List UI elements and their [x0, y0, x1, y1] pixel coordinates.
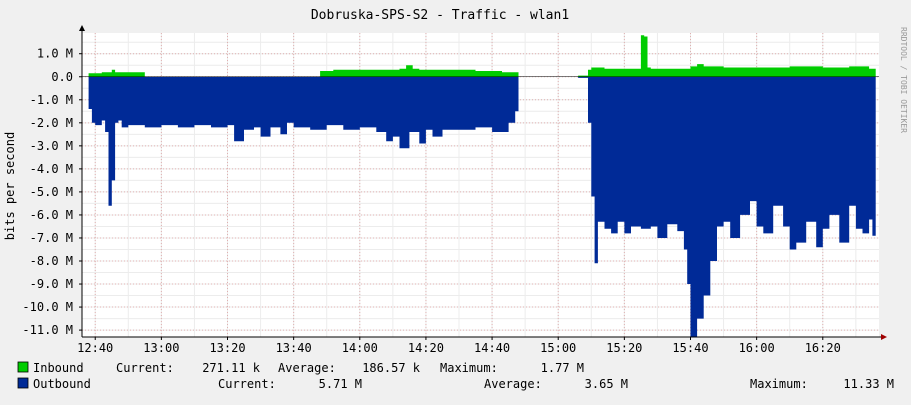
- legend-swatch-outbound: [17, 377, 29, 389]
- y-tick-label: -1.0 M: [30, 93, 73, 107]
- legend-current-outbound: 5.71 M: [319, 377, 362, 391]
- y-axis-label: bits per second: [3, 132, 17, 240]
- x-tick-label: 14:20: [408, 341, 444, 355]
- y-tick-label: -6.0 M: [30, 208, 73, 222]
- legend-current-label-outbound: Current:: [218, 377, 276, 391]
- x-tick-label: 16:20: [805, 341, 841, 355]
- legend: Inbound Current: 271.11 k Average: 186.5…: [17, 361, 894, 391]
- legend-average-label-inbound: Average:: [278, 361, 336, 375]
- legend-label-outbound: Outbound: [33, 377, 91, 391]
- x-tick-label: 15:20: [606, 341, 642, 355]
- y-tick-label: -11.0 M: [22, 323, 73, 337]
- x-tick-label: 16:00: [739, 341, 775, 355]
- y-tick-label: -8.0 M: [30, 254, 73, 268]
- x-tick-label: 13:00: [143, 341, 179, 355]
- y-tick-label: -10.0 M: [22, 300, 73, 314]
- legend-current-inbound: 271.11 k: [202, 361, 261, 375]
- y-tick-label: -3.0 M: [30, 139, 73, 153]
- rrd-graph: Dobruska-SPS-S2 - Traffic - wlan1 RRDTOO…: [0, 0, 911, 400]
- y-tick-label: 1.0 M: [37, 47, 73, 61]
- legend-maximum-label-outbound: Maximum:: [750, 377, 808, 391]
- y-tick-label: -2.0 M: [30, 116, 73, 130]
- watermark: RRDTOOL / TOBI OETIKER: [899, 27, 908, 133]
- x-tick-label: 12:40: [77, 341, 113, 355]
- y-tick-label: -5.0 M: [30, 185, 73, 199]
- x-tick-label: 15:00: [540, 341, 576, 355]
- x-tick-label: 15:40: [672, 341, 708, 355]
- chart-title: Dobruska-SPS-S2 - Traffic - wlan1: [311, 8, 569, 23]
- legend-maximum-outbound: 11.33 M: [843, 377, 894, 391]
- legend-average-outbound: 3.65 M: [585, 377, 628, 391]
- y-tick-label: -9.0 M: [30, 277, 73, 291]
- legend-item-inbound: Inbound Current: 271.11 k Average: 186.5…: [17, 361, 584, 375]
- legend-average-label-outbound: Average:: [484, 377, 542, 391]
- y-axis-arrow: [79, 25, 85, 31]
- legend-item-outbound: Outbound Current: 5.71 M Average: 3.65 M…: [17, 377, 894, 391]
- x-axis-arrow: [881, 334, 887, 340]
- x-tick-label: 14:00: [342, 341, 378, 355]
- x-tick-label: 13:20: [209, 341, 245, 355]
- legend-label-inbound: Inbound: [33, 361, 84, 375]
- y-tick-label: -7.0 M: [30, 231, 73, 245]
- legend-current-label-inbound: Current:: [116, 361, 174, 375]
- y-tick-labels: 1.0 M 0.0 -1.0 M -2.0 M -3.0 M -4.0 M -5.0 M -6…: [22, 47, 73, 337]
- traffic-chart: Dobruska-SPS-S2 - Traffic - wlan1 RRDTOO…: [3, 8, 908, 391]
- legend-maximum-label-inbound: Maximum:: [440, 361, 498, 375]
- legend-average-inbound: 186.57 k: [362, 361, 421, 375]
- x-tick-label: 14:40: [474, 341, 510, 355]
- x-tick-label: 13:40: [276, 341, 312, 355]
- y-tick-label: -4.0 M: [30, 162, 73, 176]
- x-tick-labels: 12:40 13:00 13:20 13:40 14:00 14:20 14:40 15:00…: [77, 341, 841, 355]
- legend-maximum-inbound: 1.77 M: [541, 361, 584, 375]
- y-tick-label: 0.0: [51, 70, 73, 84]
- legend-swatch-inbound: [17, 361, 29, 373]
